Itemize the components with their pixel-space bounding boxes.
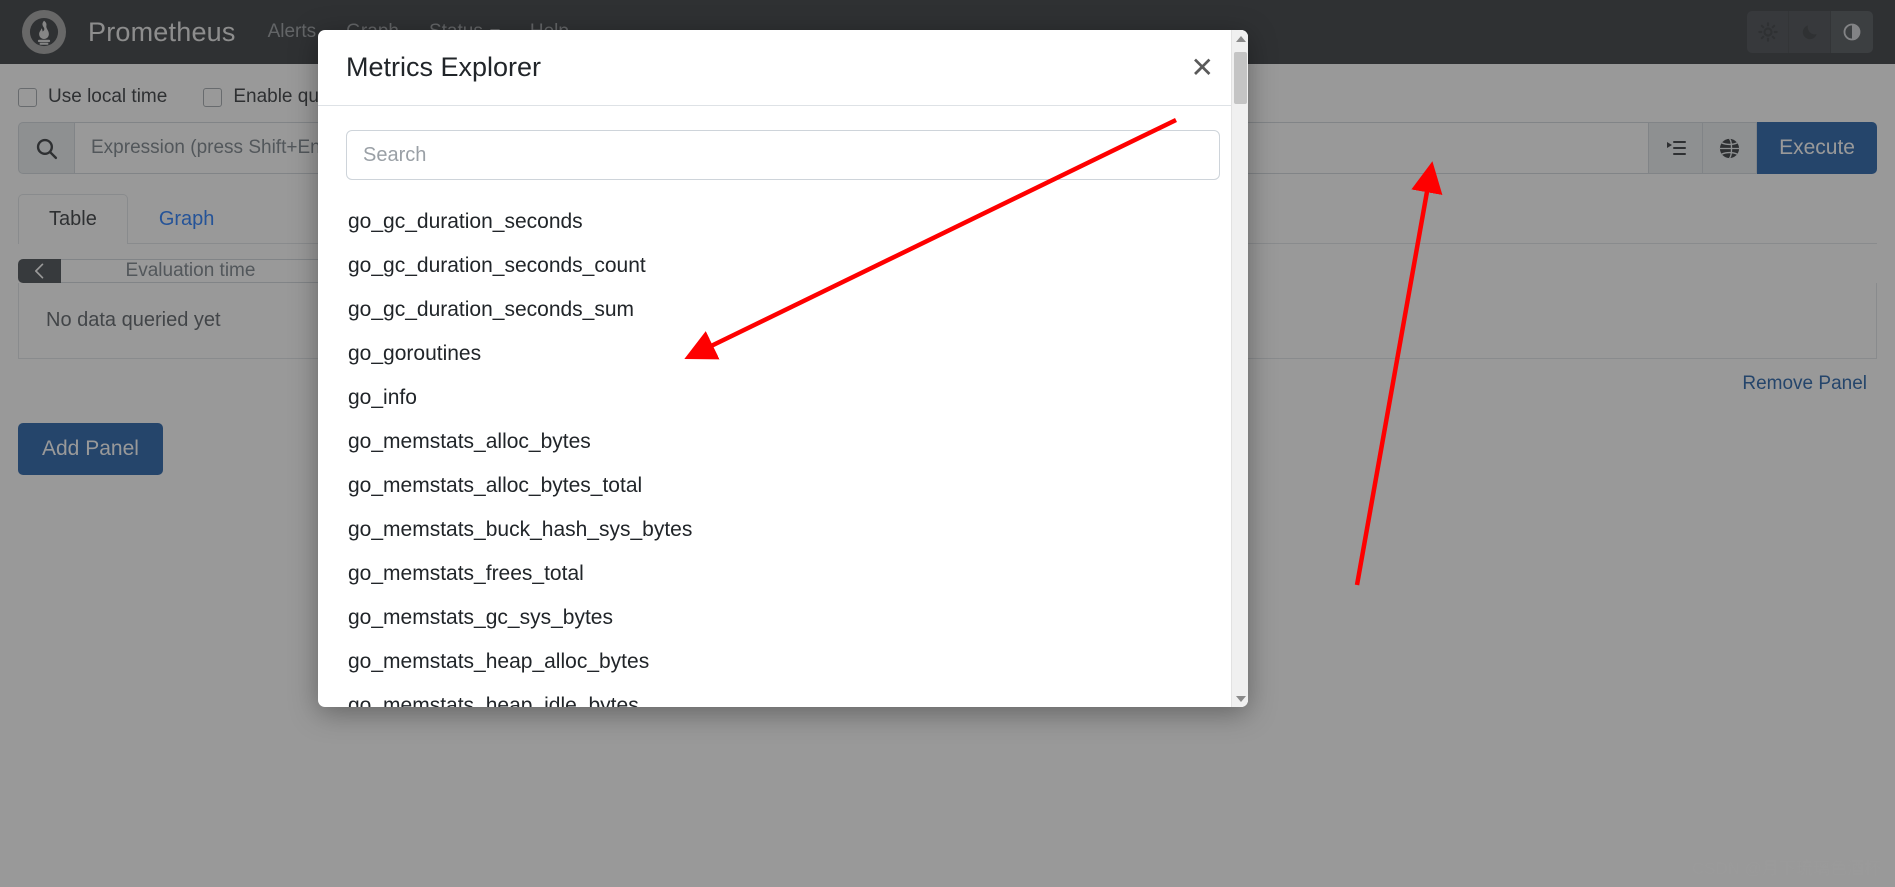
list-item[interactable]: go_memstats_buck_hash_sys_bytes [346, 508, 1220, 552]
modal-body: go_gc_duration_seconds go_gc_duration_se… [318, 106, 1248, 707]
list-item[interactable]: go_memstats_frees_total [346, 552, 1220, 596]
list-item[interactable]: go_info [346, 376, 1220, 420]
list-item[interactable]: go_memstats_alloc_bytes [346, 420, 1220, 464]
list-item[interactable]: go_gc_duration_seconds_count [346, 244, 1220, 288]
search-input[interactable] [346, 130, 1220, 180]
metrics-explorer-modal: Metrics Explorer ✕ go_gc_duration_second… [318, 30, 1248, 707]
list-item[interactable]: go_gc_duration_seconds [346, 200, 1220, 244]
scrollbar-thumb[interactable] [1234, 52, 1247, 104]
list-item[interactable]: go_gc_duration_seconds_sum [346, 288, 1220, 332]
triangle-down-icon[interactable] [1232, 690, 1248, 707]
list-item[interactable]: go_goroutines [346, 332, 1220, 376]
modal-scrollbar[interactable] [1231, 30, 1248, 707]
close-icon[interactable]: ✕ [1185, 53, 1220, 83]
metric-list: go_gc_duration_seconds go_gc_duration_se… [346, 200, 1220, 707]
list-item[interactable]: go_memstats_gc_sys_bytes [346, 596, 1220, 640]
list-item[interactable]: go_memstats_alloc_bytes_total [346, 464, 1220, 508]
watermark: CSDN @月下琉璃色酒杯 [1691, 859, 1881, 878]
triangle-up-icon[interactable] [1232, 30, 1248, 47]
modal-header: Metrics Explorer ✕ [318, 30, 1248, 106]
list-item[interactable]: go_memstats_heap_idle_bytes [346, 684, 1220, 707]
list-item[interactable]: go_memstats_heap_alloc_bytes [346, 640, 1220, 684]
modal-title: Metrics Explorer [346, 52, 542, 82]
